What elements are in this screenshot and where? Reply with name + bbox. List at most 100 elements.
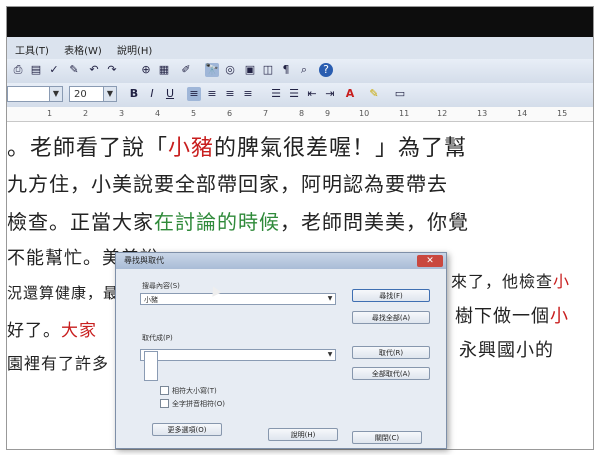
doc-text: 來了，他檢查 bbox=[451, 272, 554, 291]
doc-right-2: 樹下做一個小 bbox=[455, 302, 569, 328]
italic-icon[interactable]: I bbox=[145, 87, 159, 101]
font-color-icon[interactable]: A bbox=[343, 87, 357, 101]
ruler-mark: 5 bbox=[191, 109, 197, 118]
data-sources-icon[interactable]: ◫ bbox=[261, 63, 275, 77]
find-button[interactable]: 尋找(F) bbox=[352, 289, 430, 302]
doc-text: 好了。 bbox=[7, 321, 61, 341]
help-button[interactable]: 說明(H) bbox=[268, 428, 338, 441]
find-input[interactable]: 小豬 ▼ bbox=[140, 293, 336, 305]
whole-word-checkbox[interactable] bbox=[160, 399, 169, 408]
table-icon[interactable]: ▦ bbox=[157, 63, 171, 77]
doc-text: 樹下做一個 bbox=[455, 306, 550, 327]
help-icon[interactable]: ? bbox=[319, 63, 333, 77]
bold-icon[interactable]: B bbox=[127, 87, 141, 101]
doc-line-6: 好了。大家 bbox=[7, 316, 97, 341]
chevron-down-icon[interactable]: ▼ bbox=[49, 87, 62, 101]
doc-right-3: 永興國小的 bbox=[459, 336, 554, 362]
menu-help[interactable]: 說明(H) bbox=[117, 42, 152, 57]
doc-line-5: 況還算健康，最 bbox=[7, 282, 119, 303]
replace-label: 取代成(P) bbox=[142, 334, 173, 342]
find-all-button[interactable]: 尋找全部(A) bbox=[352, 311, 430, 324]
font-size-value: 20 bbox=[74, 89, 87, 100]
ruler-mark: 3 bbox=[119, 109, 125, 118]
replace-button[interactable]: 取代(R) bbox=[352, 346, 430, 359]
bullets-icon[interactable]: ☰ bbox=[287, 87, 301, 101]
close-button[interactable]: 關閉(C) bbox=[352, 431, 422, 444]
replace-history-list[interactable] bbox=[144, 351, 158, 381]
doc-text: 九方住，小美說要全部帶回家，阿明認為要帶去 bbox=[7, 172, 448, 196]
doc-text: 檢查。正當大家 bbox=[7, 210, 154, 234]
underline-icon[interactable]: U bbox=[163, 87, 177, 101]
doc-text-red: 小 bbox=[550, 306, 569, 327]
monitor-bezel bbox=[7, 7, 593, 37]
dialog-title: 尋找與取代 bbox=[116, 253, 446, 269]
ruler-mark: 8 bbox=[299, 109, 305, 118]
doc-line-3: 檢查。正當大家在討論的時候，老師問美美，你覺 bbox=[7, 206, 469, 235]
close-icon[interactable]: ✕ bbox=[417, 255, 443, 267]
chevron-down-icon[interactable]: ▼ bbox=[325, 350, 335, 360]
doc-text: 。老師看了說「 bbox=[7, 136, 169, 161]
horizontal-ruler[interactable]: 1 2 3 4 5 6 7 8 9 10 11 12 13 14 15 bbox=[7, 107, 593, 122]
hyperlink-icon[interactable]: ⊕ bbox=[139, 63, 153, 77]
ruler-mark: 11 bbox=[399, 109, 410, 118]
gallery-icon[interactable]: ▣ bbox=[243, 63, 257, 77]
doc-text: 的脾氣很差喔！」為了幫 bbox=[214, 136, 468, 161]
doc-text: 園裡有了許多 bbox=[7, 354, 110, 373]
font-size-combo[interactable]: 20 ▼ bbox=[69, 86, 117, 102]
replace-all-button[interactable]: 全部取代(A) bbox=[352, 367, 430, 380]
print-icon[interactable]: ▤ bbox=[29, 63, 43, 77]
whole-word-label: 全字拼音相符(O) bbox=[172, 400, 225, 408]
background-color-icon[interactable]: ▭ bbox=[393, 87, 407, 101]
doc-text-red: 大家 bbox=[61, 321, 97, 341]
spellcheck-icon[interactable]: ✓ bbox=[47, 63, 61, 77]
doc-text: 永興國小的 bbox=[459, 340, 554, 361]
justify-icon[interactable]: ≡ bbox=[241, 87, 255, 101]
formatting-marks-icon[interactable]: ¶ bbox=[279, 63, 293, 77]
indent-icon[interactable]: ⇤ bbox=[305, 87, 319, 101]
paint-icon[interactable]: ✎ bbox=[67, 63, 81, 77]
ruler-mark: 4 bbox=[155, 109, 161, 118]
menu-tools[interactable]: 工具(T) bbox=[15, 42, 49, 57]
doc-line-1: 。老師看了說「小豬的脾氣很差喔！」為了幫 bbox=[7, 130, 467, 162]
doc-text: ，老師問美美，你覺 bbox=[280, 210, 469, 234]
doc-text-red: 小豬 bbox=[168, 136, 215, 161]
doc-right-1: 來了，他檢查小 bbox=[451, 268, 570, 292]
ruler-mark: 7 bbox=[263, 109, 269, 118]
chevron-down-icon[interactable]: ▼ bbox=[325, 294, 335, 304]
highlight-icon[interactable]: ✎ bbox=[367, 87, 381, 101]
doc-text-green: 在討論的時候 bbox=[154, 210, 280, 234]
chevron-down-icon[interactable]: ▼ bbox=[103, 87, 116, 101]
align-center-icon[interactable]: ≡ bbox=[205, 87, 219, 101]
font-name-combo[interactable]: ▼ bbox=[7, 86, 63, 102]
navigator-icon[interactable]: ◎ bbox=[223, 63, 237, 77]
numbering-icon[interactable]: ☰ bbox=[269, 87, 283, 101]
ruler-mark: 15 bbox=[557, 109, 568, 118]
ruler-mark: 14 bbox=[517, 109, 528, 118]
menu-bar: 工具(T) 表格(W) 說明(H) bbox=[7, 37, 593, 59]
export-pdf-icon[interactable]: ⎙ bbox=[11, 63, 25, 77]
find-replace-dialog: 尋找與取代 ✕ 搜尋內容(S) 小豬 ▼ 尋找(F) 尋找全部(A) 取代成(P… bbox=[115, 252, 447, 449]
more-options-button[interactable]: 更多選項(O) bbox=[152, 423, 222, 436]
outdent-icon[interactable]: ⇥ bbox=[323, 87, 337, 101]
find-replace-icon[interactable]: 🔭 bbox=[205, 63, 219, 77]
ruler-mark: 6 bbox=[227, 109, 233, 118]
redo-icon[interactable]: ↷ bbox=[105, 63, 119, 77]
doc-line-2: 九方住，小美說要全部帶回家，阿明認為要帶去 bbox=[7, 168, 448, 197]
find-label: 搜尋內容(S) bbox=[142, 282, 180, 290]
zoom-icon[interactable]: ⌕ bbox=[297, 63, 311, 77]
undo-icon[interactable]: ↶ bbox=[87, 63, 101, 77]
match-case-label: 相符大小寫(T) bbox=[172, 387, 217, 395]
match-case-checkbox[interactable] bbox=[160, 386, 169, 395]
standard-toolbar: ⎙ ▤ ✓ ✎ ↶ ↷ ⊕ ▦ ✐ 🔭 ◎ ▣ ◫ ¶ ⌕ ? bbox=[7, 59, 593, 84]
doc-text-red: 小 bbox=[553, 272, 571, 291]
replace-input[interactable]: ▼ bbox=[140, 349, 336, 361]
doc-text: 況還算健康，最 bbox=[7, 284, 120, 302]
align-left-icon[interactable]: ≡ bbox=[187, 87, 201, 101]
ruler-mark: 13 bbox=[477, 109, 488, 118]
align-right-icon[interactable]: ≡ bbox=[223, 87, 237, 101]
draw-icon[interactable]: ✐ bbox=[179, 63, 193, 77]
menu-table[interactable]: 表格(W) bbox=[64, 42, 102, 57]
ruler-mark: 12 bbox=[437, 109, 448, 118]
find-input-value: 小豬 bbox=[144, 296, 158, 304]
ruler-mark: 10 bbox=[359, 109, 370, 118]
